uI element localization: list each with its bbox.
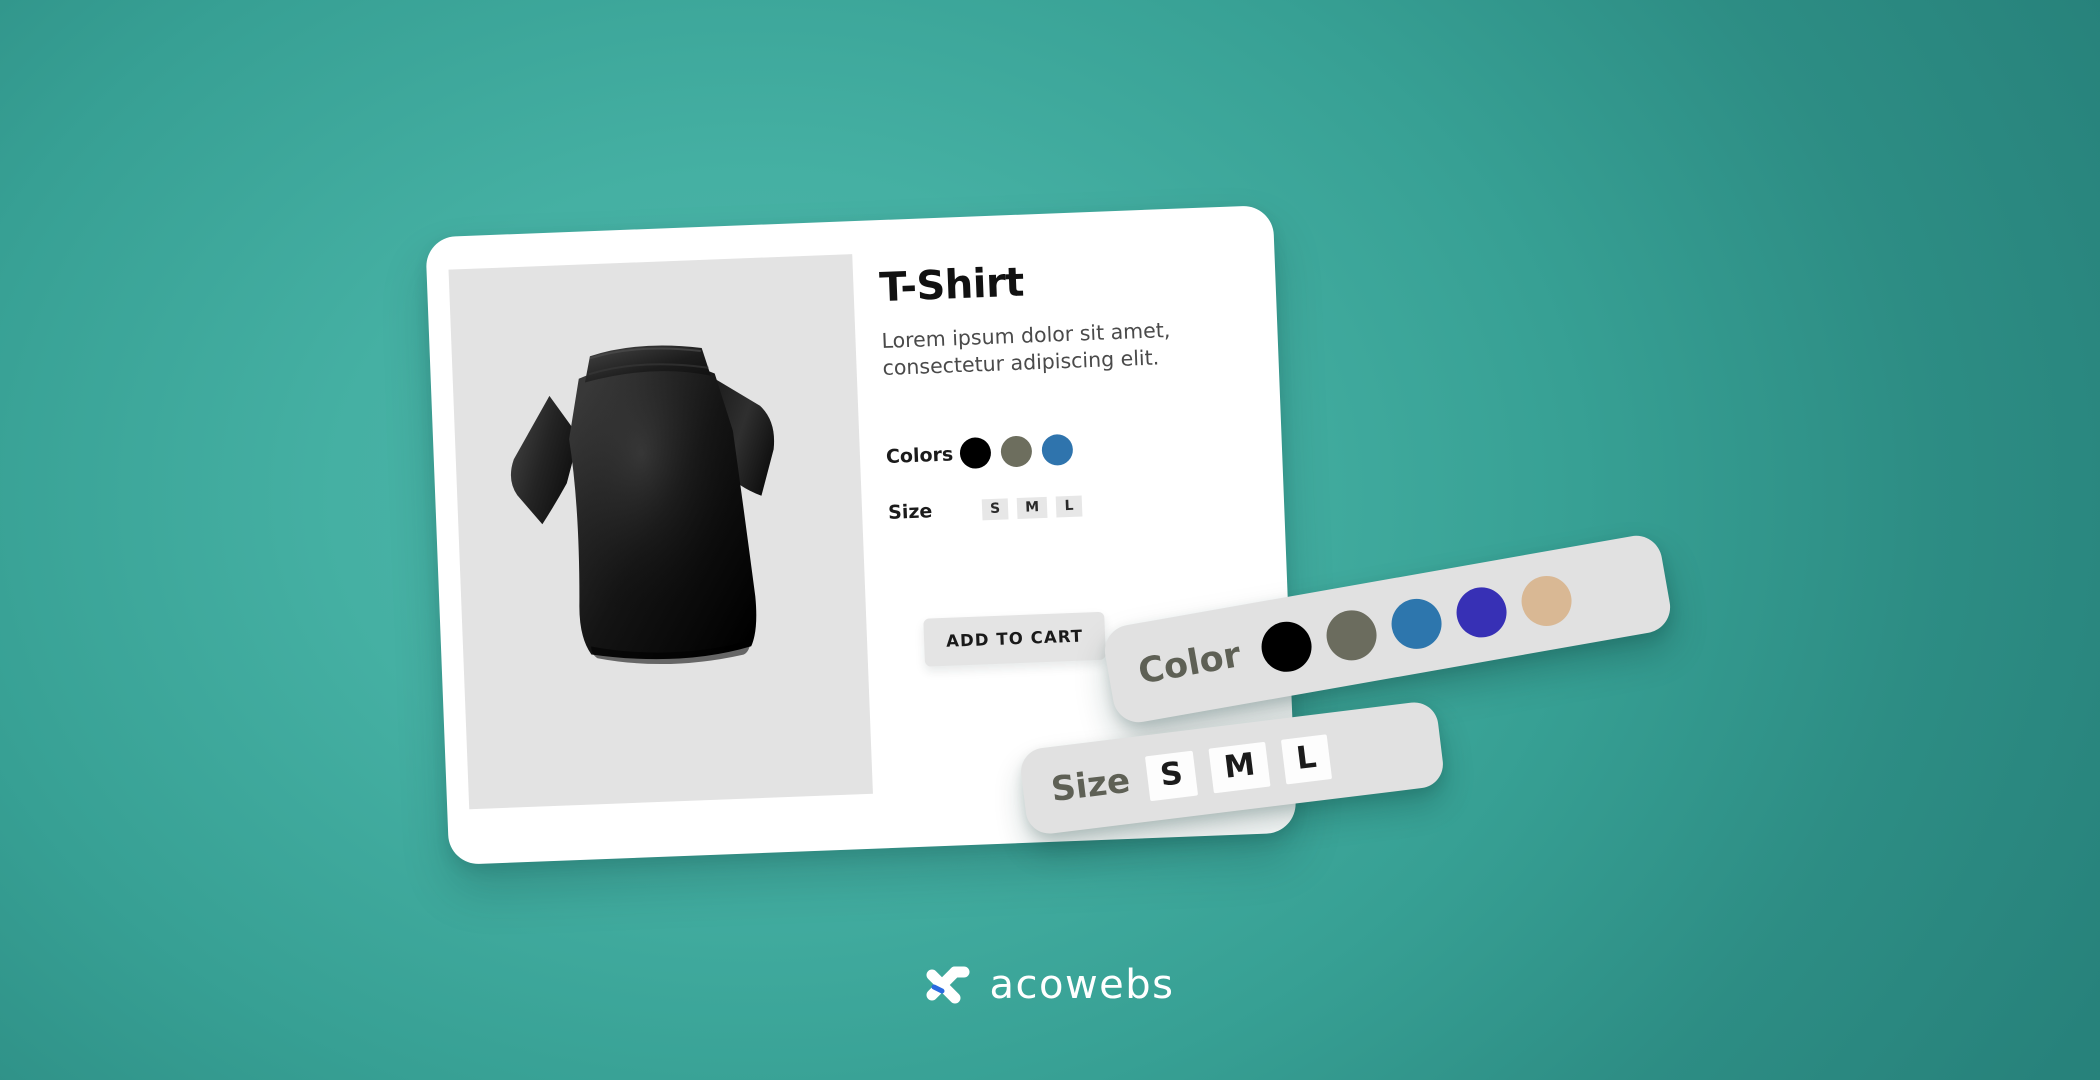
brand-name: acowebs	[989, 962, 1175, 1008]
size-option-row: Size S M L	[888, 488, 1259, 524]
color-swatch-black[interactable]	[959, 437, 992, 470]
floating-size-chip-m[interactable]: M	[1208, 741, 1271, 793]
product-title: T-Shirt	[878, 259, 1025, 312]
colors-label: Colors	[885, 443, 954, 468]
size-label: Size	[887, 500, 933, 525]
card-size-chip-list: S M L	[981, 495, 1083, 520]
floating-color-label: Color	[1135, 635, 1244, 693]
brand-footer: acowebs	[0, 962, 2100, 1008]
card-color-swatch-list	[959, 433, 1074, 470]
product-details: T-Shirt Lorem ipsum dolor sit amet, cons…	[879, 254, 1259, 524]
floating-size-chip-l[interactable]: L	[1281, 733, 1332, 784]
acowebs-x-logo-icon	[926, 966, 970, 1004]
color-swatch-steel-blue[interactable]	[1041, 433, 1074, 467]
size-chip-s[interactable]: S	[981, 497, 1009, 520]
add-to-cart-button[interactable]: ADD TO CART	[923, 611, 1107, 667]
floating-size-chip-list: S M L	[1144, 733, 1332, 801]
colors-option-row: Colors	[885, 427, 1256, 472]
floating-color-swatch-tan[interactable]	[1517, 571, 1576, 630]
color-swatch-olive-gray[interactable]	[1000, 435, 1033, 468]
floating-color-swatch-list	[1257, 571, 1576, 676]
floating-color-swatch-black[interactable]	[1257, 617, 1316, 676]
floating-color-swatch-steel-blue[interactable]	[1387, 594, 1446, 653]
size-chip-l[interactable]: L	[1055, 495, 1083, 518]
floating-color-swatch-indigo-blue[interactable]	[1452, 583, 1511, 642]
product-image-panel	[448, 254, 873, 810]
floating-color-swatch-olive-gray[interactable]	[1322, 606, 1381, 665]
floating-size-chip-s[interactable]: S	[1144, 750, 1199, 801]
product-image-tshirt	[510, 345, 775, 665]
floating-size-label: Size	[1048, 760, 1133, 811]
canvas-background: T-Shirt Lorem ipsum dolor sit amet, cons…	[0, 0, 2100, 1080]
product-description: Lorem ipsum dolor sit amet, consectetur …	[881, 317, 1171, 381]
size-chip-m[interactable]: M	[1016, 496, 1048, 519]
